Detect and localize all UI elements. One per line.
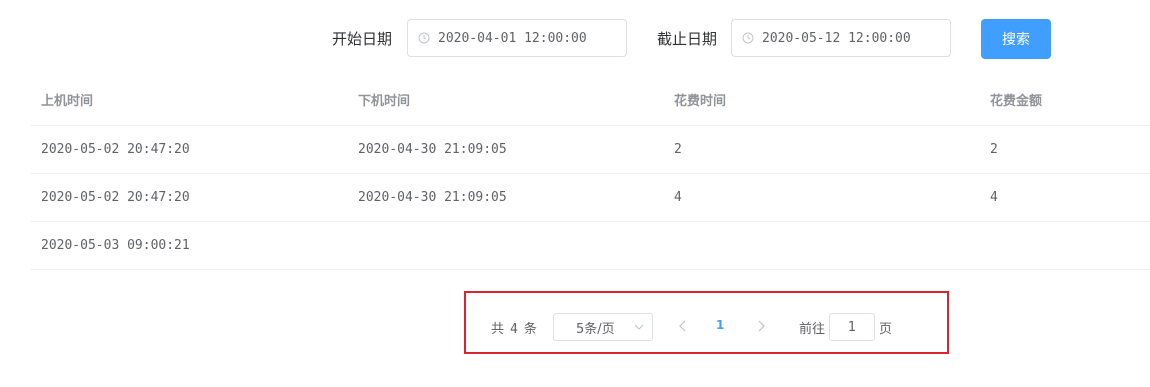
table-row: 2020-05-02 20:47:20 2020-04-30 21:09:05 … <box>31 174 1150 222</box>
page-root: 开始日期 截止日期 搜索 上机时间 下机时间 花费时间 花费金额 2020-05… <box>0 0 1150 387</box>
chevron-down-icon <box>634 324 644 330</box>
clock-icon <box>418 32 430 44</box>
header-start-time: 上机时间 <box>41 94 94 109</box>
end-date-picker[interactable] <box>731 19 951 57</box>
table-row: 2020-05-03 09:00:21 <box>31 222 1150 270</box>
cell-start-time: 2020-05-03 09:00:21 <box>41 238 190 253</box>
records-table: 上机时间 下机时间 花费时间 花费金额 2020-05-02 20:47:20 … <box>31 78 1150 270</box>
clock-icon <box>742 32 754 44</box>
search-button[interactable]: 搜索 <box>981 19 1051 59</box>
pagination-total: 共4条 <box>491 318 537 337</box>
page-size-select[interactable]: 5条/页 <box>553 313 653 341</box>
prev-page-icon[interactable] <box>678 320 688 332</box>
header-end-time: 下机时间 <box>358 94 411 109</box>
cell-cost: 4 <box>990 190 998 205</box>
cell-duration: 2 <box>674 142 682 157</box>
cell-cost: 2 <box>990 142 998 157</box>
cell-end-time: 2020-04-30 21:09:05 <box>358 142 507 157</box>
end-date-label: 截止日期 <box>657 30 718 48</box>
page-number-current[interactable]: 1 <box>716 318 724 332</box>
goto-prefix-label: 前往 <box>799 322 826 337</box>
header-cost: 花费金额 <box>990 94 1043 109</box>
goto-suffix-label: 页 <box>879 322 893 337</box>
cell-start-time: 2020-05-02 20:47:20 <box>41 142 190 157</box>
table-header-row: 上机时间 下机时间 花费时间 花费金额 <box>31 78 1150 126</box>
cell-start-time: 2020-05-02 20:47:20 <box>41 190 190 205</box>
page-size-value: 5条/页 <box>576 321 615 337</box>
goto-page-input[interactable] <box>829 313 875 341</box>
start-date-label: 开始日期 <box>332 30 393 48</box>
start-date-picker[interactable] <box>407 19 627 57</box>
total-count: 4 <box>510 322 518 337</box>
cell-end-time: 2020-04-30 21:09:05 <box>358 190 507 205</box>
start-date-input[interactable] <box>438 30 608 46</box>
next-page-icon[interactable] <box>756 320 766 332</box>
end-date-input[interactable] <box>762 30 932 46</box>
cell-duration: 4 <box>674 190 682 205</box>
table-row: 2020-05-02 20:47:20 2020-04-30 21:09:05 … <box>31 126 1150 174</box>
total-prefix: 共 <box>491 322 505 337</box>
header-duration: 花费时间 <box>674 94 727 109</box>
total-suffix: 条 <box>523 322 537 337</box>
